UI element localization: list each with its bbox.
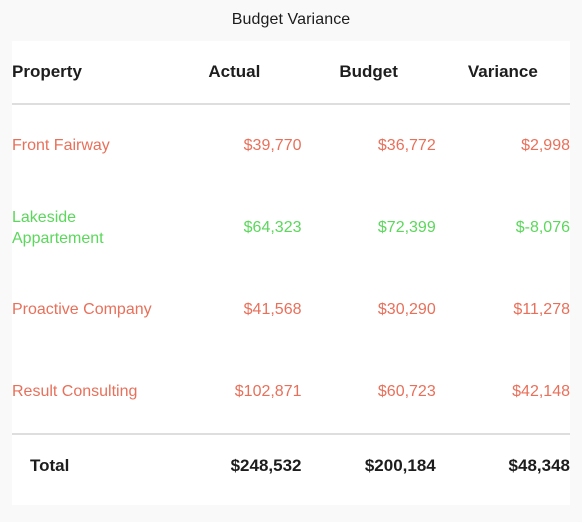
cell-actual: $39,770 (243, 137, 302, 155)
budget-variance-table: Property Actual Budget Variance Front Fa… (12, 41, 570, 497)
cell-property: Result Consulting (12, 383, 138, 401)
cell-total-variance: $48,348 (435, 433, 570, 497)
cell-budget: $30,290 (377, 301, 436, 319)
table-row: Lakeside Appartement $64,323 $72,399 $-8… (12, 187, 570, 269)
cell-budget: $72,399 (377, 219, 436, 237)
table-header-row: Property Actual Budget Variance (12, 41, 570, 105)
column-header-budget: Budget (301, 41, 436, 105)
table-total-row: Total $248,532 $200,184 $48,348 (12, 433, 570, 497)
cell-budget: $36,772 (377, 137, 436, 155)
cell-total-actual: $248,532 (167, 433, 302, 497)
cell-actual: $41,568 (243, 301, 302, 319)
page-title: Budget Variance (231, 11, 351, 28)
budget-variance-page: Budget Variance Property Actual Budget V… (0, 0, 582, 522)
column-header-variance: Variance (435, 41, 570, 105)
cell-total-label: Total (12, 433, 168, 497)
column-header-actual: Actual (167, 41, 302, 105)
cell-total-budget: $200,184 (301, 433, 436, 497)
cell-variance: $2,998 (521, 137, 570, 155)
cell-actual: $64,323 (243, 219, 302, 237)
cell-budget: $60,723 (377, 383, 436, 401)
cell-property: Proactive Company (12, 301, 152, 319)
cell-variance: $42,148 (512, 383, 570, 401)
table-row: Proactive Company $41,568 $30,290 $11,27… (12, 269, 570, 351)
cell-property: Front Fairway (12, 137, 110, 155)
column-header-property: Property (12, 41, 168, 105)
cell-property: Lakeside Appartement (12, 208, 104, 247)
table-row: Front Fairway $39,770 $36,772 $2,998 (12, 104, 570, 187)
cell-actual: $102,871 (234, 383, 302, 401)
cell-variance: $11,278 (513, 301, 570, 319)
budget-variance-card: Property Actual Budget Variance Front Fa… (12, 41, 570, 505)
table-row: Result Consulting $102,871 $60,723 $42,1… (12, 351, 570, 434)
cell-variance: $-8,076 (515, 219, 570, 237)
